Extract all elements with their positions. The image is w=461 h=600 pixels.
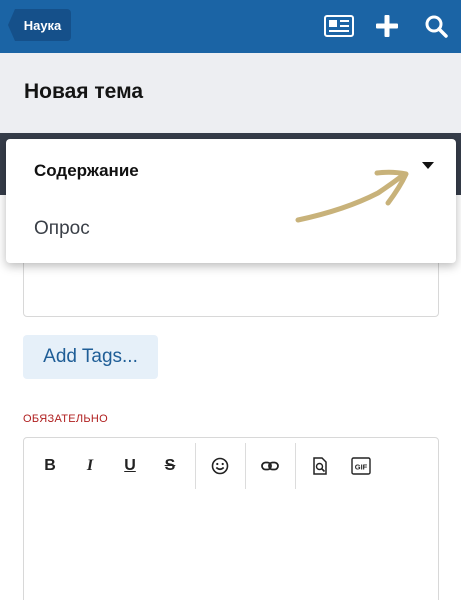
bold-icon[interactable]: B: [38, 451, 62, 481]
dropdown-option-poll[interactable]: Опрос: [34, 218, 90, 240]
chevron-down-icon[interactable]: [422, 162, 434, 169]
toolbar-divider: [295, 443, 296, 489]
news-icon[interactable]: [324, 12, 354, 40]
add-tags-label: Add Tags...: [43, 346, 138, 367]
underline-icon[interactable]: U: [118, 451, 142, 481]
link-icon[interactable]: [258, 451, 282, 481]
add-tags-button[interactable]: Add Tags...: [23, 335, 158, 379]
arrow-annotation-icon: [295, 169, 409, 223]
emoji-icon[interactable]: [208, 451, 232, 481]
preview-icon[interactable]: [308, 451, 332, 481]
toolbar-divider: [245, 443, 246, 489]
svg-text:GIF: GIF: [355, 463, 368, 472]
plus-icon[interactable]: [372, 12, 402, 40]
dropdown-option-content[interactable]: Содержание: [34, 161, 139, 181]
back-button[interactable]: Наука: [8, 9, 71, 41]
required-label: ОБЯЗАТЕЛЬНО: [23, 413, 109, 425]
page-title: Новая тема: [24, 80, 144, 103]
toolbar-divider: [195, 443, 196, 489]
gif-icon[interactable]: GIF: [349, 451, 373, 481]
italic-icon[interactable]: I: [78, 451, 102, 481]
back-button-label: Наука: [23, 17, 62, 33]
strikethrough-icon[interactable]: S: [158, 451, 182, 481]
search-icon[interactable]: [421, 12, 451, 40]
